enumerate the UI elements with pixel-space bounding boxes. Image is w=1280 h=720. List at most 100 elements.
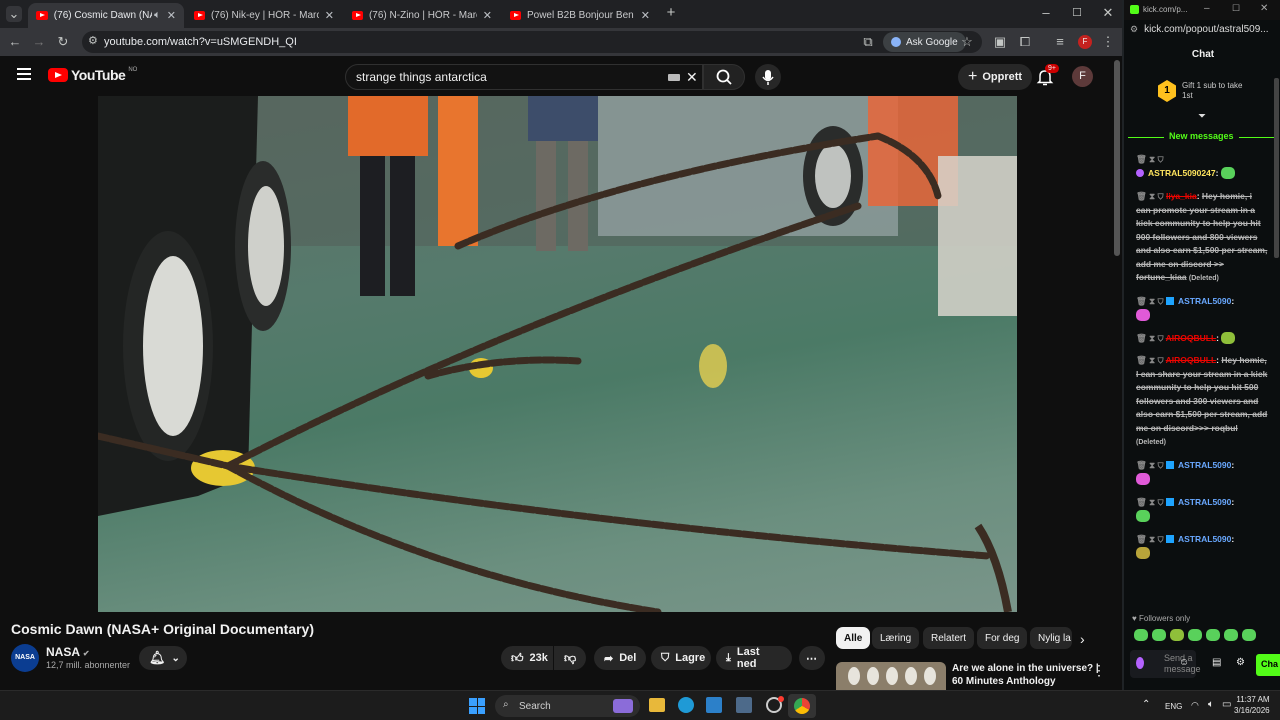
menu-kebab-icon[interactable]: ⋮: [1100, 34, 1116, 50]
minimize-icon[interactable]: –: [1204, 3, 1210, 14]
chat-message[interactable]: 🗑︎ ⧗ ⛉ ASTRAL5090247:: [1136, 153, 1268, 180]
recommended-thumbnail[interactable]: [836, 662, 946, 690]
address-bar[interactable]: ⚙︎ youtube.com/watch?v=uSMGENDH_QI: [82, 31, 982, 53]
chat-message[interactable]: 🗑︎ ⧗ ⛉ ASTRAL5090:: [1136, 533, 1268, 560]
chip-learning[interactable]: Læring: [872, 627, 920, 649]
chat-message-deleted[interactable]: 🗑︎ ⧗ ⛉ AIROQBULL: Hey homie, I can share…: [1136, 354, 1268, 450]
mod-action-icons[interactable]: 🗑︎ ⧗ ⛉: [1136, 296, 1164, 306]
tray-overflow-icon[interactable]: ⌃: [1142, 699, 1150, 710]
page-scrollbar[interactable]: [1114, 60, 1120, 256]
subscribe-bell-button[interactable]: 🔔︎ ⌄: [139, 646, 187, 670]
mod-action-icons[interactable]: 🗑︎ ⧗ ⛉: [1136, 333, 1164, 343]
close-tab-icon[interactable]: ✕: [325, 9, 334, 22]
back-icon[interactable]: ←: [7, 34, 23, 50]
channel-name[interactable]: NASA ✔︎: [46, 645, 90, 659]
search-input[interactable]: strange things antarctica ✕: [345, 64, 703, 90]
reload-icon[interactable]: ↻: [55, 34, 71, 50]
chat-message[interactable]: 🗑︎ ⧗ ⛉ AIROQBULL:: [1136, 332, 1268, 346]
chat-scrollbar[interactable]: [1274, 78, 1279, 258]
close-tab-icon[interactable]: ✕: [167, 9, 176, 22]
recommended-menu-icon[interactable]: ⋮: [1092, 662, 1106, 679]
chips-next-icon[interactable]: ›: [1080, 631, 1085, 647]
mod-action-icons[interactable]: 🗑︎ ⧗ ⛉: [1136, 534, 1164, 544]
youtube-logo[interactable]: YouTube NO: [48, 67, 137, 83]
maximize-icon[interactable]: ☐: [1232, 3, 1240, 14]
create-button[interactable]: + Opprett: [958, 64, 1033, 90]
volume-icon[interactable]: 🔈︎: [1208, 699, 1214, 710]
settings-gear-icon[interactable]: ⚙︎: [1236, 657, 1245, 668]
file-explorer-icon[interactable]: [649, 698, 665, 712]
tab-nik-ey[interactable]: (76) Nik-ey | HÖR - March 16 / ✕: [186, 3, 342, 28]
emote-icon[interactable]: [1152, 629, 1166, 641]
mod-action-icons[interactable]: 🗑︎ ⧗ ⛉: [1136, 154, 1164, 164]
close-tab-icon[interactable]: ✕: [641, 9, 650, 22]
chip-related[interactable]: Relatert: [923, 627, 975, 649]
clear-search-icon[interactable]: ✕: [686, 69, 698, 86]
app-icon[interactable]: [706, 697, 722, 713]
site-info-icon[interactable]: ⚙︎: [88, 34, 98, 47]
gift-icon[interactable]: ▤: [1212, 657, 1221, 668]
chip-for-you[interactable]: For deg: [977, 627, 1028, 649]
emote-icon[interactable]: [1134, 629, 1148, 641]
keyboard-icon[interactable]: [668, 74, 680, 81]
mod-action-icons[interactable]: 🗑︎ ⧗ ⛉: [1136, 355, 1164, 365]
bookmark-star-icon[interactable]: ☆: [959, 34, 975, 50]
hamburger-menu-icon[interactable]: [17, 68, 31, 80]
channel-avatar[interactable]: NASA: [11, 644, 39, 672]
battery-icon[interactable]: ▭: [1222, 699, 1231, 710]
chat-message[interactable]: 🗑︎ ⧗ ⛉ ASTRAL5090:: [1136, 496, 1268, 523]
maximize-icon[interactable]: ☐: [1069, 5, 1085, 21]
voice-search-button[interactable]: [755, 64, 781, 90]
close-window-icon[interactable]: ✕: [1260, 3, 1268, 14]
forward-icon[interactable]: →: [31, 34, 47, 50]
new-tab-icon[interactable]: +: [663, 5, 679, 21]
close-window-icon[interactable]: ✕: [1100, 5, 1116, 21]
account-avatar[interactable]: F: [1072, 66, 1093, 87]
emote-icon[interactable]: [1242, 629, 1256, 641]
video-player[interactable]: [98, 96, 1017, 612]
language-indicator[interactable]: ENG: [1165, 702, 1182, 711]
close-tab-icon[interactable]: ✕: [483, 9, 492, 22]
emote-icon[interactable]: [1206, 629, 1220, 641]
app-icon[interactable]: [736, 697, 752, 713]
share-button[interactable]: ➦ Del: [594, 646, 646, 670]
filter-icon[interactable]: ⏷: [1198, 111, 1206, 122]
chat-message[interactable]: 🗑︎ ⧗ ⛉ ASTRAL5090:: [1136, 459, 1268, 486]
mod-action-icons[interactable]: 🗑︎ ⧗ ⛉: [1136, 191, 1164, 201]
puzzle-extensions-icon[interactable]: ⧠: [1017, 34, 1033, 50]
chip-recent[interactable]: Nylig la: [1030, 627, 1072, 649]
notifications-button[interactable]: 9+: [1036, 64, 1059, 91]
emote-quick-bar[interactable]: [1134, 629, 1256, 641]
emote-icon[interactable]: [1188, 629, 1202, 641]
dislike-button[interactable]: 👎︎: [554, 646, 586, 670]
speaker-icon[interactable]: 🔈︎: [154, 9, 161, 22]
recommended-title[interactable]: Are we alone in the universe? | 60 Minut…: [952, 662, 1099, 688]
emote-icon[interactable]: [1170, 629, 1184, 641]
gift-leaderboard[interactable]: Gift 1 sub to take 1st: [1182, 81, 1242, 101]
more-actions-button[interactable]: ⋯: [799, 646, 825, 670]
send-chat-button[interactable]: Cha: [1256, 654, 1280, 676]
chat-url-bar[interactable]: ⚙︎ kick.com/popout/astral509...: [1130, 24, 1269, 35]
install-app-icon[interactable]: ⧉: [860, 34, 876, 50]
mod-action-icons[interactable]: 🗑︎ ⧗ ⛉: [1136, 497, 1164, 507]
edge-browser-icon[interactable]: [678, 697, 694, 713]
search-button[interactable]: [703, 64, 745, 90]
extension-icon[interactable]: ▣: [992, 34, 1008, 50]
profile-avatar[interactable]: F: [1078, 35, 1092, 49]
emote-icon[interactable]: [1224, 629, 1238, 641]
download-button[interactable]: ⤓ Last ned: [716, 646, 792, 670]
chat-message[interactable]: 🗑︎ ⧗ ⛉ ASTRAL5090:: [1136, 295, 1268, 322]
tab-search-icon[interactable]: ⌄: [6, 6, 22, 22]
tab-cosmic-dawn[interactable]: (76) Cosmic Dawn (NASA+ 🔈︎ ✕: [28, 3, 184, 28]
chat-message-deleted[interactable]: 🗑︎ ⧗ ⛉ liya_kia: Hey homie, i can promot…: [1136, 190, 1268, 286]
like-button[interactable]: 👍︎ 23k: [501, 646, 553, 670]
emote-picker-icon[interactable]: ☺: [1179, 657, 1189, 668]
reading-list-icon[interactable]: ≡: [1052, 34, 1068, 50]
minimize-icon[interactable]: –: [1038, 5, 1054, 21]
tab-powel[interactable]: Powel B2B Bonjour Ben | HÖR ✕: [502, 3, 658, 28]
chip-all[interactable]: Alle: [836, 627, 871, 649]
tab-n-zino[interactable]: (76) N-Zino | HÖR - March 16 / ✕: [344, 3, 500, 28]
taskbar-search[interactable]: ⌕ Search: [495, 695, 640, 717]
wifi-icon[interactable]: ◠: [1191, 700, 1199, 711]
mod-action-icons[interactable]: 🗑︎ ⧗ ⛉: [1136, 460, 1164, 470]
